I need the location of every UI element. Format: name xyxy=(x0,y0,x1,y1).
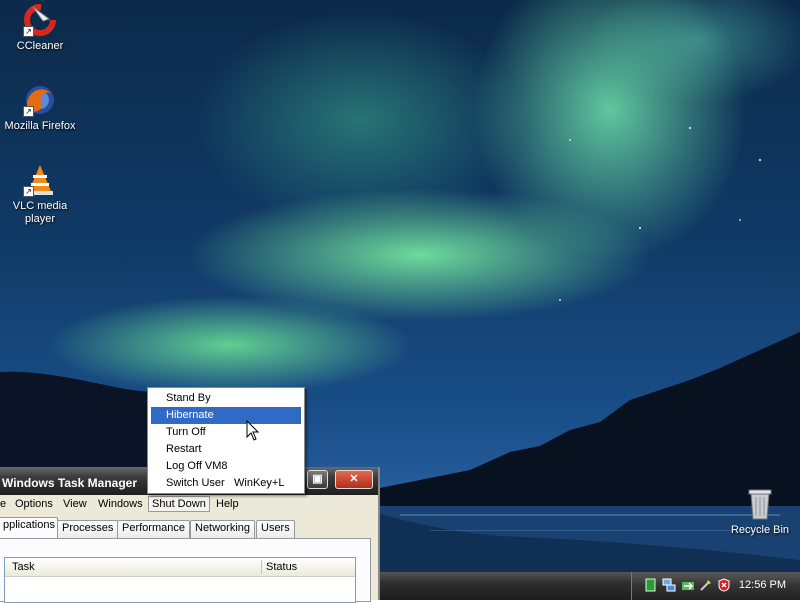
firefox-icon: ↗ xyxy=(23,83,57,117)
close-button[interactable]: ✕ xyxy=(335,470,373,489)
restore-button[interactable]: ▣ xyxy=(307,470,328,489)
shortcut-arrow-icon: ↗ xyxy=(23,106,34,117)
close-icon: ✕ xyxy=(349,473,359,485)
menu-shut-down[interactable]: Shut Down xyxy=(148,496,210,512)
desktop-icon-ccleaner[interactable]: ↗ CCleaner xyxy=(0,3,80,53)
tab-processes[interactable]: Processes xyxy=(57,520,119,538)
volume-icon[interactable] xyxy=(644,578,658,592)
task-list[interactable]: Task Status xyxy=(4,557,356,603)
recycle-bin-icon xyxy=(743,487,777,521)
desktop-icon-label: Mozilla Firefox xyxy=(4,120,76,132)
shut-down-menu: Stand By Hibernate Turn Off Restart Log … xyxy=(147,387,305,494)
column-divider[interactable] xyxy=(261,560,262,574)
tab-applications[interactable]: pplications xyxy=(0,517,58,538)
menu-item-stand-by[interactable]: Stand By xyxy=(151,390,301,407)
menu-bar: e Options View Windows Shut Down Help xyxy=(0,495,378,514)
shortcut-arrow-icon: ↗ xyxy=(23,186,34,197)
menu-item-switch-user[interactable]: Switch User WinKey+L xyxy=(151,475,301,492)
network-activity-icon[interactable] xyxy=(681,578,695,592)
restore-icon: ▣ xyxy=(312,473,323,485)
desktop-icon-recycle-bin[interactable]: Recycle Bin xyxy=(720,487,800,537)
tab-networking[interactable]: Networking xyxy=(190,520,256,538)
menu-view[interactable]: View xyxy=(63,498,87,510)
taskbar: 12:56 PM xyxy=(380,572,800,600)
window-title: Windows Task Manager xyxy=(2,476,138,490)
menu-item-log-off[interactable]: Log Off VM8 xyxy=(151,458,301,475)
desktop-icon-label: CCleaner xyxy=(16,40,64,52)
menu-item-turn-off[interactable]: Turn Off xyxy=(151,424,301,441)
menu-item-restart[interactable]: Restart xyxy=(151,441,301,458)
mouse-cursor-icon xyxy=(246,420,260,441)
menu-options[interactable]: Options xyxy=(15,498,53,510)
column-task[interactable]: Task xyxy=(12,561,35,573)
shortcut-label: WinKey+L xyxy=(234,477,285,489)
applications-panel: Task Status xyxy=(0,538,371,603)
network-icon[interactable] xyxy=(662,578,676,592)
vlc-icon: ↗ xyxy=(23,163,57,197)
ccleaner-icon: ↗ xyxy=(23,3,57,37)
security-alert-icon[interactable] xyxy=(717,578,731,592)
menu-item-hibernate[interactable]: Hibernate xyxy=(151,407,301,424)
desktop-icon-label: VLC media player xyxy=(12,200,68,225)
tab-strip: pplications Processes Performance Networ… xyxy=(0,514,378,538)
menu-file[interactable]: e xyxy=(0,498,6,510)
taskbar-clock[interactable]: 12:56 PM xyxy=(739,579,786,591)
safely-remove-icon[interactable] xyxy=(699,578,713,592)
menu-help[interactable]: Help xyxy=(216,498,239,510)
tab-performance[interactable]: Performance xyxy=(117,520,190,538)
desktop-icon-vlc[interactable]: ↗ VLC media player xyxy=(0,163,80,226)
desktop-icon-firefox[interactable]: ↗ Mozilla Firefox xyxy=(0,83,80,133)
task-list-header: Task Status xyxy=(5,558,355,577)
column-status[interactable]: Status xyxy=(266,561,297,573)
menu-windows[interactable]: Windows xyxy=(98,498,143,510)
desktop-icon-label: Recycle Bin xyxy=(730,524,790,536)
tab-users[interactable]: Users xyxy=(256,520,295,538)
system-tray: 12:56 PM xyxy=(631,572,800,600)
shortcut-arrow-icon: ↗ xyxy=(23,26,34,37)
